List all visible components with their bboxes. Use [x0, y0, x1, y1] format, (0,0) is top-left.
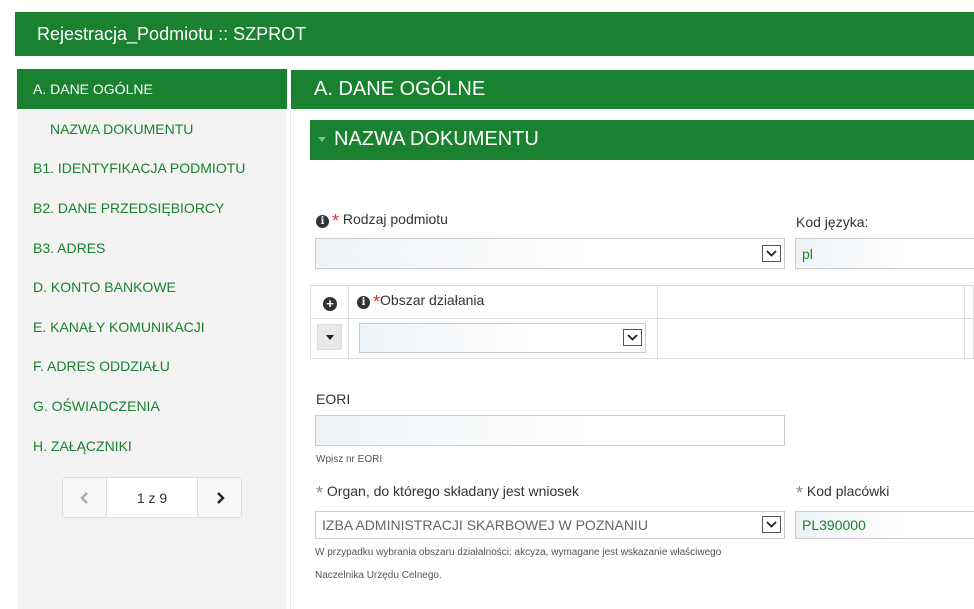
organ-hint-line-2: Naczelnika Urzędu Celnego.: [315, 570, 442, 581]
app-title: Rejestracja_Podmiotu :: SZPROT: [37, 24, 307, 44]
kod-jezyka-field[interactable]: pl: [795, 238, 974, 269]
collapse-caret-icon: [318, 137, 326, 143]
kod-placowki-label: * Kod placówki: [796, 483, 890, 503]
organ-select[interactable]: IZBA ADMINISTRACJI SKARBOWEJ W POZNANIU: [315, 511, 785, 539]
section-header[interactable]: NAZWA DOKUMENTU: [310, 120, 974, 160]
pagination: 1 z 9: [62, 477, 242, 518]
previous-page-button[interactable]: [63, 478, 107, 517]
dropdown-button[interactable]: [762, 516, 781, 533]
sidebar-item-identyfikacja[interactable]: B1. IDENTYFIKACJA PODMIOTU: [17, 148, 287, 188]
eori-hint: Wpisz nr EORI: [316, 454, 383, 465]
sidebar-item-nazwa-dokumentu[interactable]: NAZWA DOKUMENTU: [17, 109, 287, 149]
required-asterisk: *: [316, 483, 324, 503]
page-title: A. DANE OGÓLNE: [291, 70, 974, 109]
page-indicator: 1 z 9: [136, 489, 168, 506]
caret-down-icon: [325, 334, 334, 340]
required-asterisk: *: [332, 211, 340, 231]
obszar-dzialania-select[interactable]: [359, 323, 646, 353]
app-title-bar: Rejestracja_Podmiotu :: SZPROT: [15, 12, 974, 56]
chevron-right-icon: [216, 491, 225, 504]
sidebar-item-kanaly-komunikacji[interactable]: E. KANAŁY KOMUNIKACJI: [17, 307, 287, 347]
sidebar-item-zalaczniki[interactable]: H. ZAŁĄCZNIKI: [17, 426, 287, 466]
chevron-down-icon: [766, 250, 777, 257]
next-page-button[interactable]: [197, 478, 241, 517]
chevron-down-icon: [766, 521, 777, 528]
sidebar-item-dane-przedsiebiorcy[interactable]: B2. DANE PRZEDSIĘBIORCY: [17, 188, 287, 228]
sidebar-item-adres-oddzialu[interactable]: F. ADRES ODDZIAŁU: [17, 346, 287, 386]
chevron-down-icon: [627, 334, 638, 341]
dropdown-button[interactable]: [762, 245, 781, 262]
section-title: NAZWA DOKUMENTU: [334, 128, 539, 150]
required-asterisk: *: [373, 292, 381, 312]
sidebar-item-oswiadczenia[interactable]: G. OŚWIADCZENIA: [17, 386, 287, 426]
rodzaj-podmiotu-select[interactable]: [315, 238, 785, 269]
sidebar-item-konto-bankowe[interactable]: D. KONTO BANKOWE: [17, 267, 287, 307]
rodzaj-podmiotu-label: i * Rodzaj podmiotu: [316, 211, 448, 232]
info-icon[interactable]: i: [357, 296, 370, 309]
required-asterisk: *: [796, 483, 804, 503]
kod-placowki-field[interactable]: PL390000: [795, 511, 974, 539]
page-title-text: A. DANE OGÓLNE: [314, 78, 486, 100]
sidebar-item-adres[interactable]: B3. ADRES: [17, 228, 287, 268]
eori-label: EORI: [316, 391, 351, 407]
eori-input[interactable]: [315, 415, 785, 446]
organ-label: * Organ, do którego składany jest wniose…: [316, 483, 580, 503]
add-row-icon[interactable]: +: [323, 297, 337, 311]
info-icon[interactable]: i: [316, 215, 329, 228]
sidebar-item-dane-ogolne[interactable]: A. DANE OGÓLNE: [17, 69, 287, 109]
divider: [290, 109, 291, 609]
chevron-left-icon: [79, 491, 88, 504]
dropdown-button[interactable]: [623, 329, 642, 346]
row-menu-button[interactable]: [317, 324, 342, 350]
organ-hint-line-1: W przypadku wybrania obszaru działalnośc…: [315, 547, 722, 558]
kod-jezyka-label: Kod języka:: [796, 214, 869, 230]
obszar-dzialania-label: i *Obszar działania: [357, 292, 484, 313]
sidebar: A. DANE OGÓLNE NAZWA DOKUMENTU B1. IDENT…: [17, 69, 287, 609]
obszar-dzialania-table: + i *Obszar działania: [310, 285, 974, 359]
